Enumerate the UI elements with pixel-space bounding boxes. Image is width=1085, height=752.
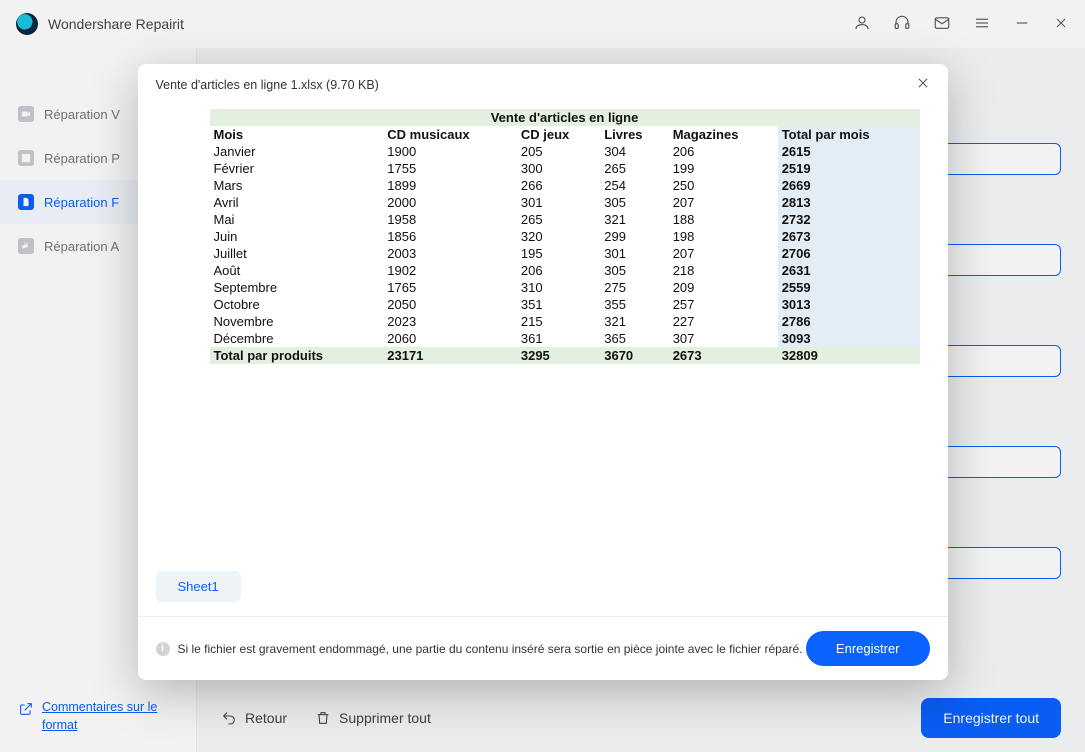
table-row: Mars18992662542502669 (210, 177, 920, 194)
modal-close-button[interactable] (916, 76, 930, 93)
modal-info-text: Si le fichier est gravement endommagé, u… (178, 642, 806, 656)
table-row: Mai19582653211882732 (210, 211, 920, 228)
table-row: Juillet20031953012072706 (210, 245, 920, 262)
preview-modal: Vente d'articles en ligne 1.xlsx (9.70 K… (138, 64, 948, 680)
spreadsheet-table: Vente d'articles en ligneMoisCD musicaux… (210, 109, 920, 364)
modal-footer: i Si le fichier est gravement endommagé,… (138, 616, 948, 680)
column-header: CD musicaux (383, 126, 517, 143)
column-header: Total par mois (778, 126, 920, 143)
table-row: Avril20003013052072813 (210, 194, 920, 211)
modal-save-button[interactable]: Enregistrer (806, 631, 930, 666)
table-title: Vente d'articles en ligne (210, 109, 920, 126)
modal-backdrop: Vente d'articles en ligne 1.xlsx (9.70 K… (0, 0, 1085, 752)
modal-body[interactable]: Vente d'articles en ligneMoisCD musicaux… (138, 105, 948, 571)
modal-header: Vente d'articles en ligne 1.xlsx (9.70 K… (138, 64, 948, 105)
table-row: Novembre20232153212272786 (210, 313, 920, 330)
table-row: Juin18563202991982673 (210, 228, 920, 245)
column-header: Mois (210, 126, 384, 143)
modal-filename: Vente d'articles en ligne 1.xlsx (9.70 K… (156, 78, 379, 92)
column-header: Magazines (669, 126, 778, 143)
table-row: Février17553002651992519 (210, 160, 920, 177)
column-header: CD jeux (517, 126, 600, 143)
table-row: Octobre20503513552573013 (210, 296, 920, 313)
table-row: Septembre17653102752092559 (210, 279, 920, 296)
table-total-row: Total par produits2317132953670267332809 (210, 347, 920, 364)
column-header: Livres (600, 126, 668, 143)
table-row: Août19022063052182631 (210, 262, 920, 279)
sheet-tabs: Sheet1 (138, 571, 948, 602)
info-icon: i (156, 642, 170, 656)
table-row: Janvier19002053042062615 (210, 143, 920, 160)
sheet-tab[interactable]: Sheet1 (156, 571, 241, 602)
table-row: Décembre20603613653073093 (210, 330, 920, 347)
